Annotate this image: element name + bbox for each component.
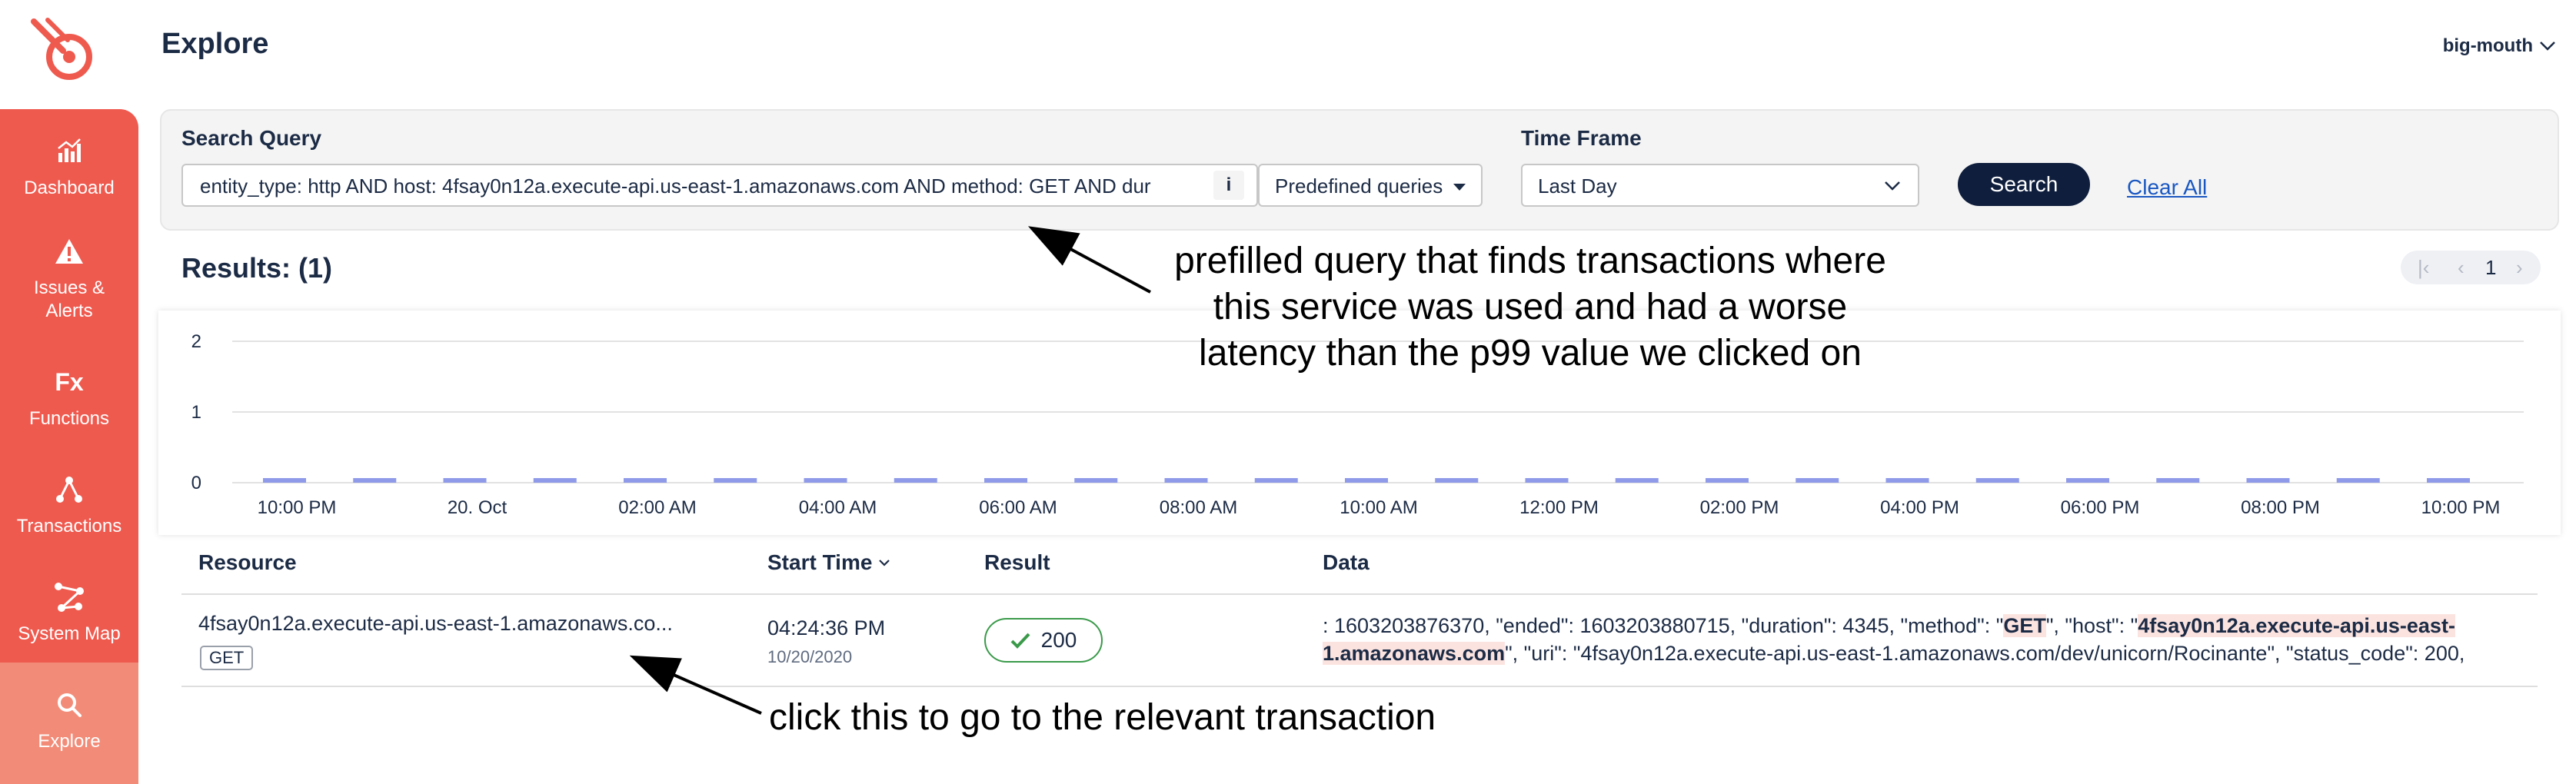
annotation-line: prefilled query that finds transactions … <box>1174 241 1886 281</box>
annotation-line: this service was used and had a worse <box>1213 287 1848 327</box>
annotation-arrows <box>629 226 1151 715</box>
annotation-line: latency than the p99 value we clicked on <box>1199 333 1862 374</box>
annotation-row-note: click this to go to the relevant transac… <box>769 697 1436 738</box>
annotation-arrow-row <box>629 655 762 715</box>
annotation-query-note: prefilled query that finds transactions … <box>1115 238 1945 377</box>
